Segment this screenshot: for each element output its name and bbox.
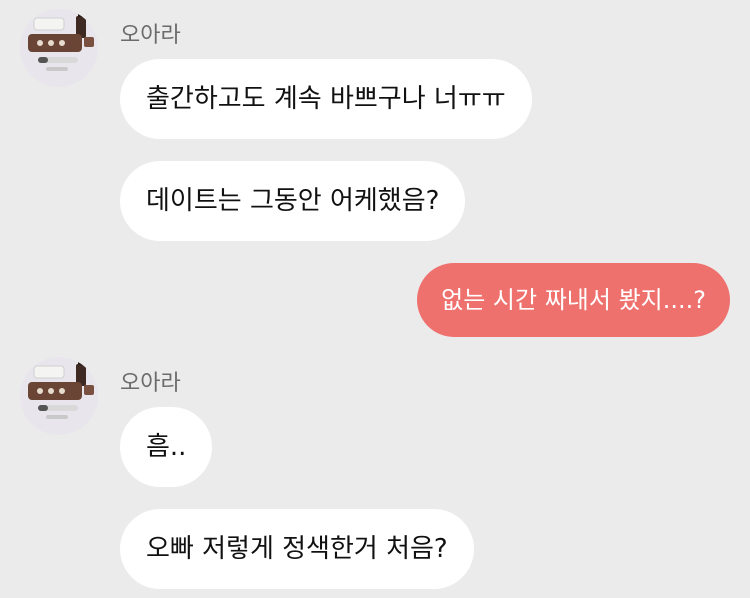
avatar-desk-items-image	[20, 9, 98, 87]
sender-name: 오아라	[120, 23, 181, 48]
incoming-message-bubble[interactable]: 데이트는 그동안 어케했음?	[120, 161, 466, 241]
incoming-message-bubble[interactable]: 오빠 저렇게 정색한거 처음?	[120, 509, 474, 589]
incoming-message-bubble[interactable]: 출간하고도 계속 바쁘구나 너ㅠㅠ	[120, 59, 532, 139]
avatar[interactable]	[20, 9, 98, 87]
sender-name: 오아라	[120, 371, 181, 396]
incoming-message-bubble[interactable]: 흠..	[120, 407, 213, 487]
outgoing-message-bubble[interactable]: 없는 시간 짜내서 봤지....?	[417, 263, 730, 337]
avatar[interactable]	[20, 357, 98, 435]
avatar-desk-items-image	[20, 357, 98, 435]
